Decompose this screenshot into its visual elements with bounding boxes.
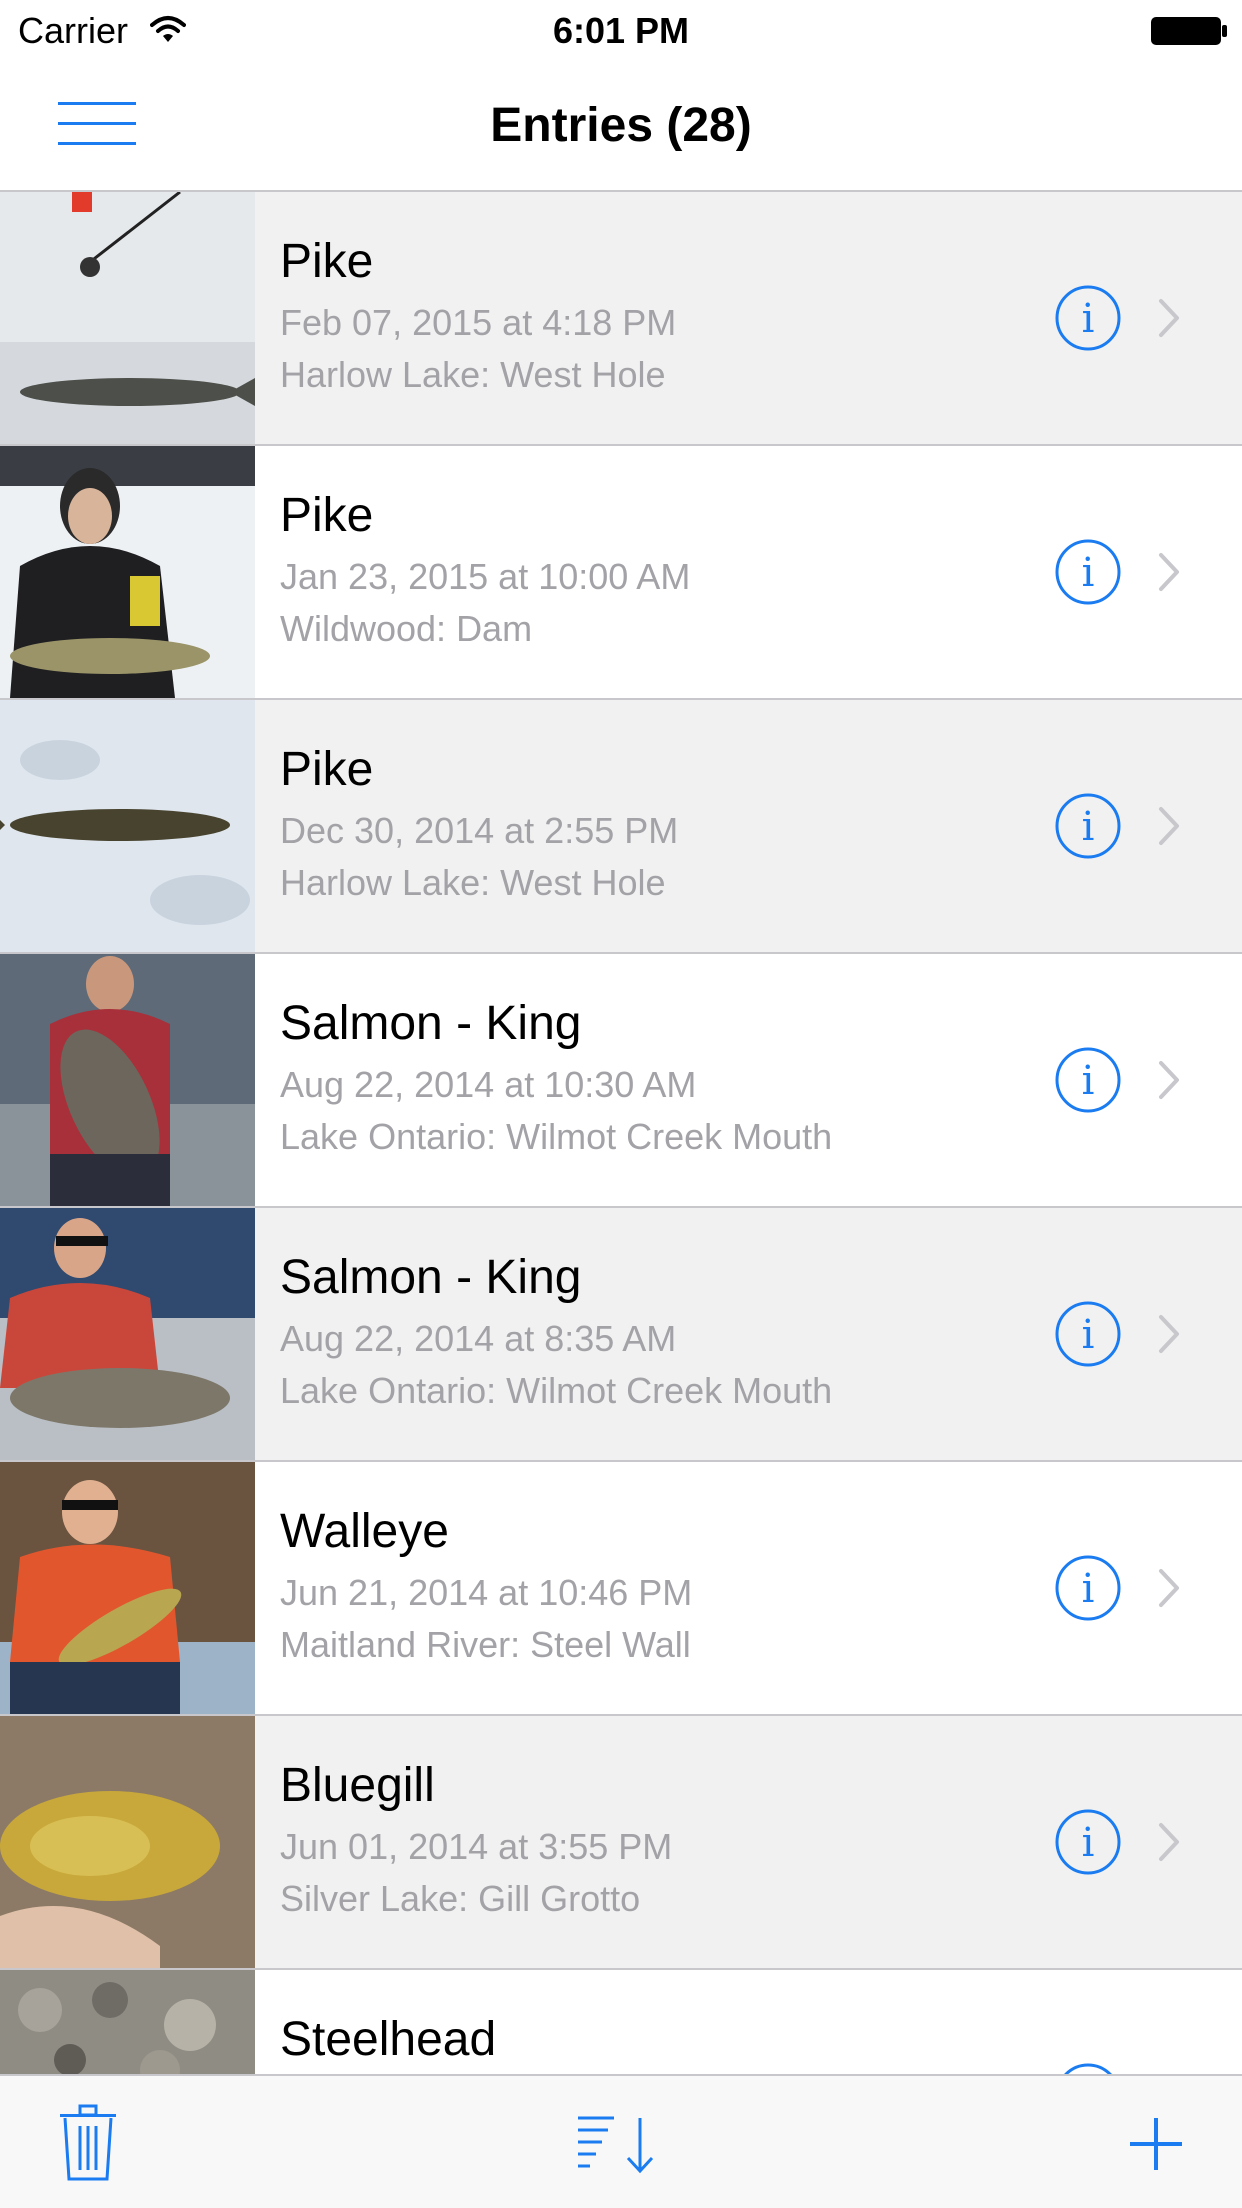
battery-full-icon [1151,17,1227,45]
entry-species: Pike [280,743,374,796]
entry-species: Salmon - King [280,1251,582,1304]
entry-date: Aug 22, 2014 at 8:35 AM [280,1318,677,1359]
chevron-right-icon [1159,553,1179,591]
info-icon[interactable]: i [1054,2062,1122,2074]
entries-list[interactable]: Pike Feb 07, 2015 at 4:18 PM Harlow Lake… [0,192,1242,2074]
entry-species: Pike [280,235,374,288]
trash-icon[interactable] [58,2104,118,2182]
info-icon[interactable]: i [1054,1554,1122,1622]
bottom-toolbar [0,2074,1242,2208]
chevron-right-icon [1159,1061,1179,1099]
entry-location: Lake Ontario: Wilmot Creek Mouth [280,1370,833,1411]
info-icon[interactable]: i [1054,284,1122,352]
entry-date: Jun 01, 2014 at 3:55 PM [280,1826,673,1867]
svg-text:i: i [1082,1312,1095,1358]
entry-date: Aug 22, 2014 at 10:30 AM [280,1064,697,1105]
entry-location: Harlow Lake: West Hole [280,862,666,903]
status-bar: Carrier 6:01 PM [0,0,1242,62]
entry-photo [0,1970,255,2074]
entry-species: Steelhead [280,2013,497,2066]
info-icon[interactable]: i [1054,1808,1122,1876]
svg-text:i: i [1082,1566,1095,1612]
entry-row[interactable]: Bluegill Jun 01, 2014 at 3:55 PM Silver … [0,1716,1242,1970]
info-icon[interactable]: i [1054,792,1122,860]
entry-location: Harlow Lake: West Hole [280,354,666,395]
chevron-right-icon [1159,299,1179,337]
entry-photo [0,1462,255,1714]
entry-date: Jun 21, 2014 at 10:46 PM [280,1572,693,1613]
info-icon[interactable]: i [1054,1046,1122,1114]
entry-location: Lake Ontario: Wilmot Creek Mouth [280,1116,833,1157]
svg-text:i: i [1082,296,1095,342]
entry-date: Dec 30, 2014 at 2:55 PM [280,810,679,851]
plus-icon[interactable] [1128,2116,1184,2172]
svg-text:i: i [1082,550,1095,596]
entry-species: Bluegill [280,1759,435,1812]
sort-icon[interactable] [578,2114,660,2174]
chevron-right-icon [1159,807,1179,845]
entry-row[interactable]: Walleye Jun 21, 2014 at 10:46 PM Maitlan… [0,1462,1242,1716]
svg-text:i: i [1082,1820,1095,1866]
entry-row[interactable]: Salmon - King Aug 22, 2014 at 8:35 AM La… [0,1208,1242,1462]
status-time: 6:01 PM [552,10,690,51]
entry-species: Salmon - King [280,997,582,1050]
entry-row[interactable]: Pike Jan 23, 2015 at 10:00 AM Wildwood: … [0,446,1242,700]
entry-photo [0,700,255,952]
svg-text:i: i [1082,804,1095,850]
entry-species: Walleye [280,1505,449,1558]
svg-text:i: i [1082,1058,1095,1104]
entry-date: Feb 07, 2015 at 4:18 PM [280,302,677,343]
chevron-right-icon [1159,1569,1179,1607]
entry-photo [0,446,255,698]
entry-location: Maitland River: Steel Wall [280,1624,691,1665]
entry-species: Pike [280,489,374,542]
info-icon[interactable]: i [1054,1300,1122,1368]
page-title: Entries (28) [490,99,752,152]
info-icon[interactable]: i [1054,538,1122,606]
entry-photo [0,1716,255,1968]
entry-date: Jan 23, 2015 at 10:00 AM [280,556,691,597]
chevron-right-icon [1159,1823,1179,1861]
chevron-right-icon [1159,1315,1179,1353]
entry-row[interactable]: Pike Feb 07, 2015 at 4:18 PM Harlow Lake… [0,192,1242,446]
navigation-bar: Entries (28) [0,62,1242,192]
entry-location: Wildwood: Dam [280,608,533,649]
entry-location: Silver Lake: Gill Grotto [280,1878,641,1919]
entry-row[interactable]: Pike Dec 30, 2014 at 2:55 PM Harlow Lake… [0,700,1242,954]
entry-photo [0,192,255,444]
entry-photo [0,954,255,1206]
entry-photo [0,1208,255,1460]
entry-row[interactable]: Steelhead i [0,1970,1242,2074]
entry-row[interactable]: Salmon - King Aug 22, 2014 at 10:30 AM L… [0,954,1242,1208]
